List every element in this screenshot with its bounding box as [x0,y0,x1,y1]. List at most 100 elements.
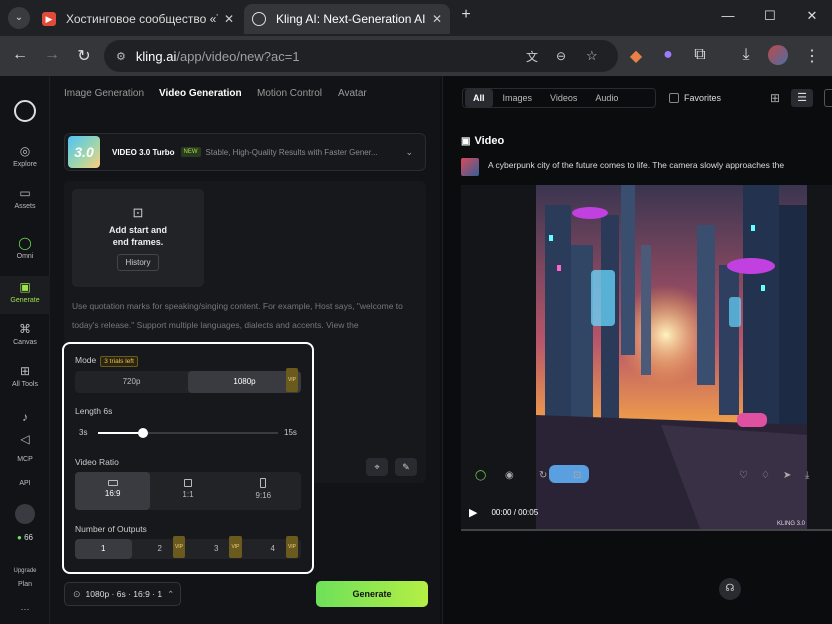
add-frames-card[interactable]: ⊡ Add start and end frames. History [72,189,204,287]
play-icon[interactable]: ▶ [469,506,477,519]
translate-icon[interactable]: 文 [526,48,538,65]
landscape-icon [107,480,118,486]
close-window-icon[interactable]: ✕ [802,8,822,24]
settings-summary-button[interactable]: ⊙ 1080p · 6s · 16:9 · 1 ⌃ [64,582,181,606]
reload-icon[interactable]: ↻ [74,46,94,66]
video-prompt-text: A cyberpunk city of the future comes to … [488,160,785,170]
close-tab-icon[interactable]: ✕ [432,12,442,26]
share-icon[interactable]: ➤ [783,470,791,481]
outputs-1[interactable]: 1 [75,539,132,559]
browser-tab-2[interactable]: Kling AI: Next-Generation AI Cr ✕ [244,4,450,34]
extension-icon[interactable]: ● [658,46,678,64]
outputs-selector: 1 2 VIP 3 VIP 4 VIP [75,536,302,559]
history-button[interactable]: History [116,254,160,271]
video-progress-bar[interactable] [461,529,832,531]
more-options-button[interactable] [824,89,832,107]
omni-icon[interactable]: ◯ [475,470,486,481]
length-slider[interactable] [98,428,278,438]
profile-avatar[interactable] [768,45,788,65]
download-icon[interactable]: ⤓ [736,46,756,64]
ratio-1-1[interactable]: 1:1 [150,472,225,510]
filter-videos[interactable]: Videos [542,89,585,107]
sidebar-item-notifications[interactable]: ♪ [0,410,50,427]
vip-badge: VIP [285,536,298,558]
settings-summary: 1080p · 6s · 16:9 · 1 [85,589,163,599]
ratio-16-9[interactable]: 16:9 [75,472,151,510]
video-settings-popover: Mode 3 trials left 720p 1080p VIP Length 6… [62,342,314,574]
mode-1080p[interactable]: 1080p VIP [188,368,301,393]
filter-audio[interactable]: Audio [587,89,626,107]
location-icon[interactable]: ⌖ [366,458,388,476]
url-path: /app/video/new?ac=1 [176,48,300,64]
sidebar-item-omni[interactable]: ◯ Omni [0,236,50,260]
sidebar-item-all-tools[interactable]: ⊞ All Tools [0,364,50,388]
filter-all[interactable]: All [465,89,493,107]
sidebar-item-announcements[interactable]: ◁ [0,432,50,449]
sidebar-item-canvas[interactable]: ⌘ Canvas [0,322,50,346]
kling-logo-icon[interactable] [14,100,36,122]
edit-icon[interactable]: ⊡ [573,470,581,481]
grid-view-icon[interactable]: ⊞ [770,91,780,105]
tab-search-icon[interactable]: ⌄ [8,7,30,29]
sidebar-item-generate[interactable]: ▣ Generate [0,276,50,314]
metamask-extension-icon[interactable]: ◆ [626,46,646,66]
watermark: KLING 3.0 [776,521,805,527]
ratio-9-16[interactable]: 9:16 [226,472,301,510]
length-slider-handle[interactable] [138,428,148,438]
thumbs-up-icon[interactable]: ♡ [739,470,748,481]
tab-motion-control[interactable]: Motion Control [257,88,322,99]
zoom-icon[interactable]: ⊖ [556,49,566,63]
video-icon: ▣ [461,136,471,147]
video-frame-cyberpunk-city [461,185,832,531]
tab-title: Хостинговое сообщество «Tim [66,12,218,26]
generate-button[interactable]: Generate [316,581,428,607]
thumbs-down-icon[interactable]: ♢ [761,470,770,481]
browser-menu-icon[interactable]: ⋮ [802,46,822,66]
frames-label-line1: Add start and [108,225,167,235]
sidebar-item-assets[interactable]: ▭ Assets [0,186,50,210]
support-headset-icon[interactable]: ☊ [719,578,741,600]
favorites-toggle[interactable]: Favorites [669,93,721,103]
list-view-icon[interactable]: ☰ [791,89,813,107]
more-icon[interactable]: ··· [0,604,50,614]
address-bar[interactable]: ⚙ kling.ai/app/video/new?ac=1 文 ⊖ ☆ [104,40,618,72]
plan-link[interactable]: Plan [0,581,50,588]
download-video-icon[interactable]: ⤓ [805,470,809,481]
favorites-checkbox[interactable] [669,93,679,103]
credits-balance[interactable]: ● 66 [0,533,50,542]
model-selector[interactable]: 3.0 VIDEO 3.0 Turbo NEW Stable, High-Qua… [64,133,426,171]
sidebar-item-mcp[interactable]: MCP [0,456,50,463]
minimize-icon[interactable]: — [718,8,738,23]
regenerate-icon[interactable]: ↻ [539,470,547,481]
outputs-4[interactable]: 4 VIP [245,536,302,559]
close-tab-icon[interactable]: ✕ [224,12,234,26]
tab-avatar[interactable]: Avatar [338,88,367,99]
back-icon[interactable]: ← [10,46,30,64]
browser-tab-1[interactable]: ▶ Хостинговое сообщество «Tim ✕ [34,4,242,34]
video-player[interactable]: ▶ 00:00 / 00:05 KLING 3.0 [461,185,832,531]
effects-icon[interactable]: ✎ [395,458,417,476]
maximize-icon[interactable]: ☐ [760,8,780,24]
model-description: Stable, High-Quality Results with Faster… [205,147,378,157]
outputs-2[interactable]: 2 VIP [132,536,189,559]
eye-icon[interactable]: ◉ [505,470,514,481]
url-host: kling.ai [135,48,177,64]
upgrade-link[interactable]: Upgrade [0,568,50,574]
filter-images[interactable]: Images [495,89,541,107]
sidebar-item-explore[interactable]: ◎ Explore [0,144,50,168]
mode-selector: 720p 1080p VIP [75,368,301,393]
sidebar-item-api[interactable]: API [0,480,50,487]
new-tab-icon[interactable]: + [456,6,476,24]
bookmark-star-icon[interactable]: ☆ [586,48,598,64]
extensions-puzzle-icon[interactable]: ⧉ [690,46,710,64]
outputs-3[interactable]: 3 VIP [188,536,245,559]
new-badge: NEW [180,147,201,157]
tab-video-generation[interactable]: Video Generation [159,88,242,99]
tab-image-generation[interactable]: Image Generation [64,88,144,99]
square-icon [183,479,192,487]
site-info-icon[interactable]: ⚙ [116,50,126,63]
prompt-thumbnail [461,158,479,176]
mode-720p[interactable]: 720p [75,371,188,393]
forward-icon[interactable]: → [42,46,62,64]
user-avatar[interactable] [15,504,35,524]
